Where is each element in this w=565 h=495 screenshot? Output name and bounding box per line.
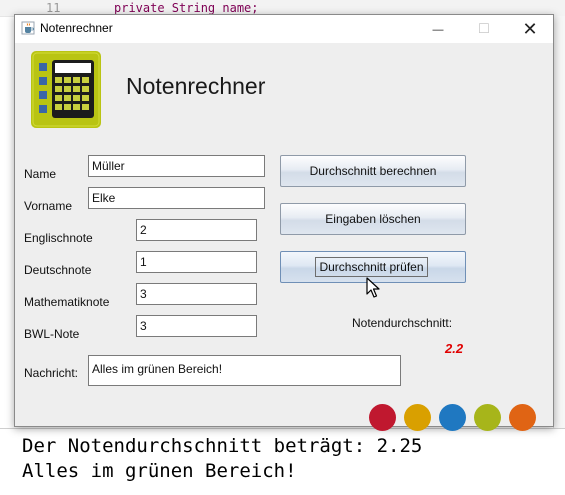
- nachricht-field[interactable]: Alles im grünen Bereich!: [88, 355, 401, 386]
- englischnote-field[interactable]: 2: [136, 219, 257, 241]
- name-field[interactable]: Müller: [88, 155, 265, 177]
- close-button[interactable]: ✕: [507, 15, 553, 43]
- maximize-icon: □: [479, 20, 489, 37]
- durchschnitt-berechnen-button[interactable]: Durchschnitt berechnen: [280, 155, 466, 187]
- mouse-cursor-icon: [366, 277, 380, 298]
- darkorange-circle: [509, 404, 536, 431]
- mathematiknote-field[interactable]: 3: [136, 283, 257, 305]
- console-line-1: Der Notendurchschnitt beträgt: 2.25: [22, 435, 423, 457]
- red-circle: [369, 404, 396, 431]
- vorname-field[interactable]: Elke: [88, 187, 265, 209]
- window-content: Notenrechner Name Vorname Englischnote D…: [15, 43, 553, 431]
- bwl-note-label: BWL-Note: [24, 327, 80, 341]
- app-heading: Notenrechner: [126, 73, 266, 99]
- editor-line-number: 11: [46, 1, 61, 15]
- console-output: Der Notendurchschnitt beträgt: 2.25 Alle…: [0, 428, 565, 495]
- vorname-label: Vorname: [24, 199, 73, 213]
- editor-code-line: private String name;: [114, 1, 259, 15]
- minimize-icon: —: [432, 24, 444, 36]
- pruefen-label: Durchschnitt prüfen: [315, 257, 428, 277]
- orange-circle: [404, 404, 431, 431]
- green-circle: [474, 404, 501, 431]
- bwl-note-field[interactable]: 3: [136, 315, 257, 337]
- notendurchschnitt-value: 2.2: [445, 341, 464, 356]
- ide-editor-scrollbar[interactable]: [553, 16, 565, 432]
- notenrechner-window: Notenrechner — □ ✕ Notenrechner Name Vor…: [14, 14, 554, 431]
- minimize-button[interactable]: —: [415, 15, 461, 43]
- notendurchschnitt-label: Notendurchschnitt:: [352, 316, 453, 330]
- console-line-2: Alles im grünen Bereich!: [22, 460, 297, 482]
- calculator-icon: [31, 51, 101, 128]
- blue-circle: [439, 404, 466, 431]
- mathematiknote-label: Mathematiknote: [24, 295, 110, 309]
- title-bar[interactable]: Notenrechner — □ ✕: [15, 15, 553, 43]
- maximize-button[interactable]: □: [461, 15, 507, 43]
- deutschnote-label: Deutschnote: [24, 263, 92, 277]
- java-cup-icon: [21, 21, 35, 35]
- window-title: Notenrechner: [40, 21, 113, 35]
- name-label: Name: [24, 167, 57, 181]
- loeschen-label: Eingaben löschen: [325, 212, 421, 226]
- close-icon: ✕: [522, 19, 538, 39]
- deutschnote-field[interactable]: 1: [136, 251, 257, 273]
- eingaben-loeschen-button[interactable]: Eingaben löschen: [280, 203, 466, 235]
- berechnen-label: Durchschnitt berechnen: [309, 164, 437, 178]
- nachricht-label: Nachricht:: [24, 366, 79, 380]
- englischnote-label: Englischnote: [24, 231, 93, 245]
